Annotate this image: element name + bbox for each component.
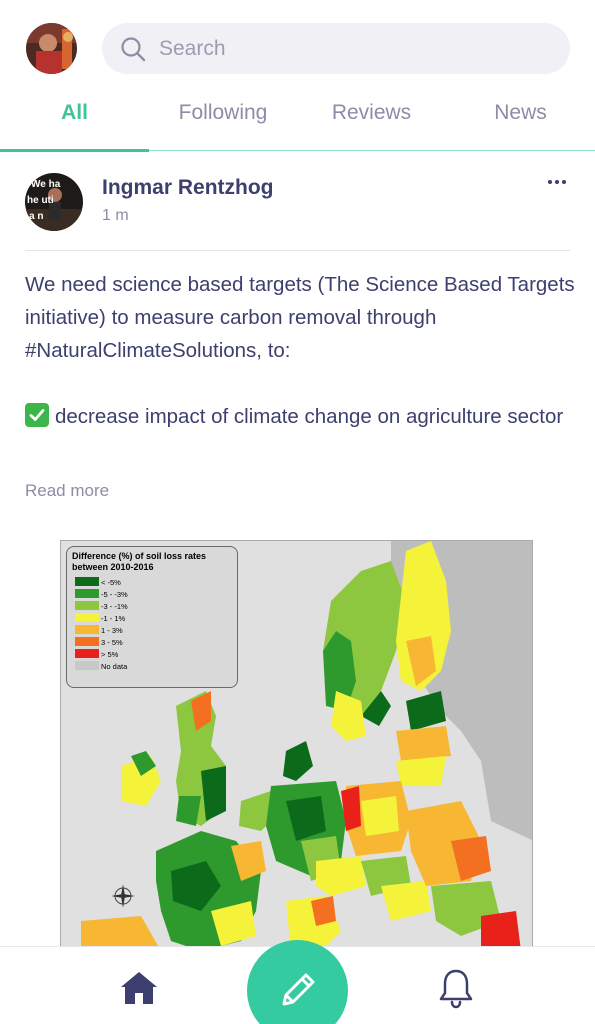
search-icon: [121, 37, 146, 62]
legend-item: -3 - -1%: [75, 601, 128, 611]
author-avatar[interactable]: We ha he uti a n: [25, 173, 83, 231]
tab-all[interactable]: All: [0, 90, 149, 138]
legend-item: -1 - 1%: [75, 613, 125, 623]
soil-loss-map-image[interactable]: Difference (%) of soil loss rates betwee…: [60, 540, 533, 950]
legend-label: No data: [101, 662, 128, 671]
post-text: We need science based targets (The Scien…: [25, 273, 575, 362]
author-name[interactable]: Ingmar Rentzhog: [102, 176, 274, 200]
legend-label: < -5%: [101, 578, 121, 587]
active-tab-indicator: [0, 149, 149, 152]
legend-swatch: [75, 661, 99, 670]
post-text-point-label: decrease impact of climate change on agr…: [55, 405, 564, 428]
tab-following[interactable]: Following: [149, 90, 297, 138]
legend-swatch: [75, 625, 99, 634]
search-bar[interactable]: [102, 23, 570, 74]
post-timestamp: 1 m: [102, 207, 129, 224]
svg-text:a n: a n: [29, 211, 43, 222]
legend-swatch: [75, 577, 99, 586]
legend-item: 1 - 3%: [75, 625, 123, 635]
read-more-link[interactable]: Read more: [25, 481, 109, 501]
more-icon[interactable]: [545, 176, 569, 188]
legend-swatch: [75, 637, 99, 646]
map-legend: Difference (%) of soil loss rates betwee…: [66, 546, 238, 688]
svg-text:We ha: We ha: [31, 179, 61, 190]
post-header: We ha he uti a n Ingmar Rentzhog 1 m: [0, 160, 595, 252]
post-text-point: decrease impact of climate change on agr…: [25, 398, 577, 435]
pencil-icon: [282, 973, 315, 1006]
search-input[interactable]: [159, 23, 539, 74]
legend-item: < -5%: [75, 577, 121, 587]
svg-text:he uti: he uti: [27, 195, 54, 206]
legend-item: > 5%: [75, 649, 118, 659]
tab-reviews[interactable]: Reviews: [297, 90, 446, 138]
legend-label: -1 - 1%: [101, 614, 126, 623]
user-avatar[interactable]: [26, 23, 77, 74]
feed-tabs: All Following Reviews News: [0, 90, 595, 152]
legend-item: -5 - -3%: [75, 589, 128, 599]
legend-swatch: [75, 613, 99, 622]
legend-item: No data: [75, 661, 127, 671]
post-header-divider: [25, 250, 570, 251]
legend-label: 3 - 5%: [101, 638, 123, 647]
legend-swatch: [75, 649, 99, 658]
legend-label: > 5%: [101, 650, 119, 659]
legend-label: 1 - 3%: [101, 626, 123, 635]
legend-title: Difference (%) of soil loss rates betwee…: [72, 551, 207, 572]
top-bar: [0, 0, 595, 90]
bell-icon[interactable]: [437, 967, 475, 1009]
legend-label: -5 - -3%: [101, 590, 128, 599]
legend-label: -3 - -1%: [101, 602, 128, 611]
tab-news[interactable]: News: [446, 90, 595, 138]
check-mark-icon: [25, 403, 49, 427]
legend-swatch: [75, 589, 99, 598]
home-icon[interactable]: [119, 970, 159, 1006]
legend-item: 3 - 5%: [75, 637, 123, 647]
legend-swatch: [75, 601, 99, 610]
